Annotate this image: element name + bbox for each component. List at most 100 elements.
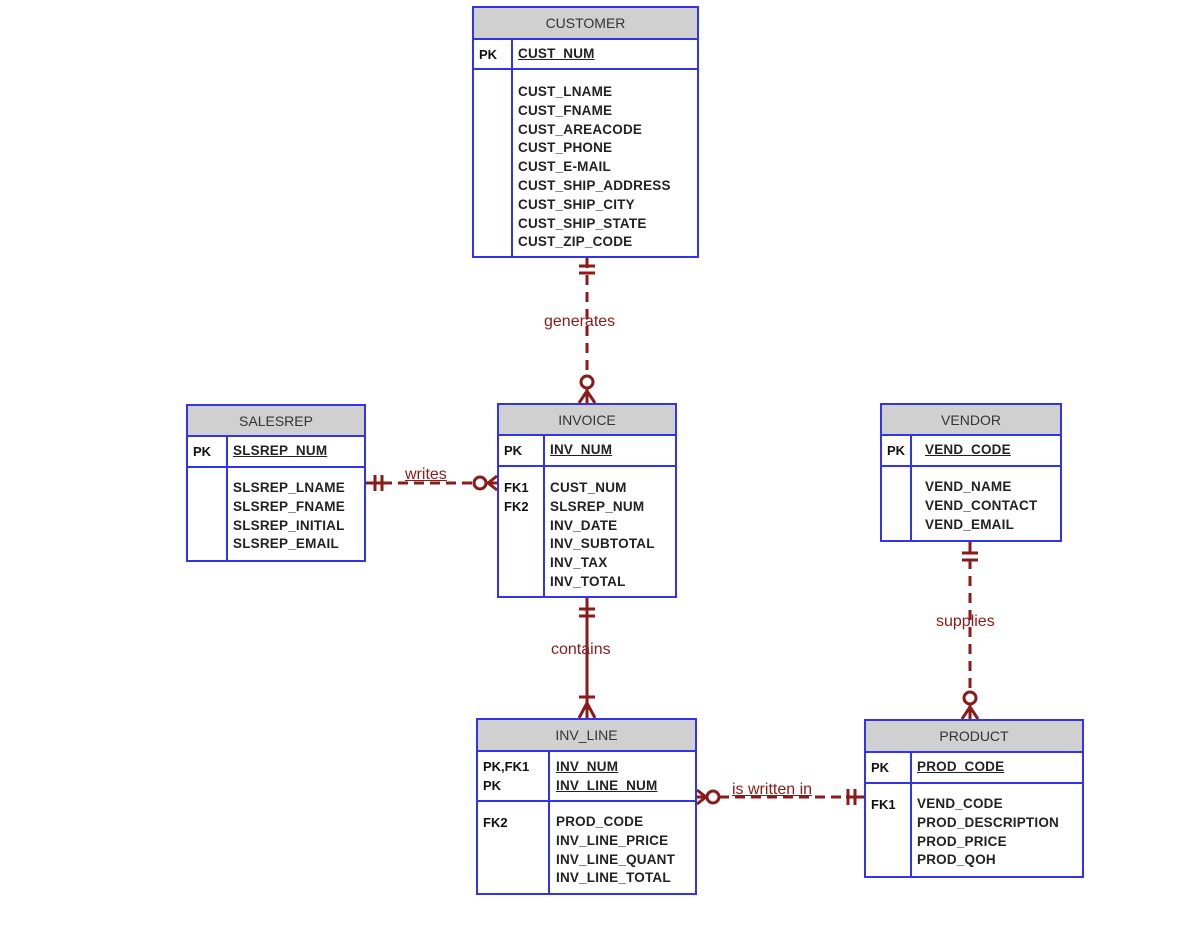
- attribute: CUST_SHIP_ADDRESS: [518, 177, 671, 193]
- attribute: VEND_CODE: [917, 796, 1003, 811]
- attribute: SLSREP_NUM: [550, 498, 645, 514]
- attribute: SLSREP_INITIAL: [233, 517, 345, 533]
- zero-circle: [579, 374, 595, 390]
- attribute: CUST_FNAME: [518, 102, 613, 118]
- attribute: PROD_PRICE: [917, 833, 1007, 849]
- entity-invoice[interactable]: INVOICE PK INV_NUM FK1 FK2 CUST_NUM SLSR…: [497, 403, 677, 598]
- attribute: INV_LINE_TOTAL: [556, 870, 671, 886]
- attribute: CUST_NUM: [518, 46, 595, 61]
- attribute: SLSREP_LNAME: [233, 480, 345, 495]
- pk-key-labels: PK: [193, 442, 211, 461]
- pk-attributes: SLSREP_NUM: [233, 442, 327, 461]
- pk-key-labels: PK: [479, 45, 497, 64]
- column-divider: [543, 436, 545, 465]
- attribute: PROD_QOH: [917, 852, 996, 868]
- pk-key-labels: PK,FK1 PK: [483, 758, 529, 796]
- column-divider: [910, 436, 912, 465]
- attribute: INV_NUM: [550, 442, 613, 457]
- key-label: FK1: [871, 797, 896, 812]
- fk-key-labels: FK1: [871, 795, 896, 814]
- rel-writes-label: writes: [405, 466, 447, 483]
- pk-attributes: INV_NUM: [550, 441, 612, 460]
- attribute: VEND_NAME: [925, 479, 1012, 494]
- fk-key-labels: FK2: [483, 813, 508, 832]
- key-label: PK: [504, 443, 523, 458]
- column-divider: [226, 468, 228, 560]
- zero-circle: [962, 690, 978, 706]
- entity-title: VENDOR: [882, 405, 1060, 436]
- attribute-list: VEND_CODE PROD_DESCRIPTION PROD_PRICE PR…: [917, 795, 1059, 870]
- zero-circle: [472, 475, 488, 491]
- attribute-section: VEND_NAME VEND_CONTACT VEND_EMAIL: [882, 467, 1060, 540]
- pk-attributes: INV_NUM INV_LINE_NUM: [556, 758, 657, 796]
- entity-title: INVOICE: [499, 405, 675, 436]
- attribute: CUST_LNAME: [518, 84, 613, 99]
- attribute-section: CUST_LNAME CUST_FNAME CUST_AREACODE CUST…: [474, 70, 697, 256]
- pk-key-labels: PK: [887, 441, 905, 460]
- pk-section: PK VEND_CODE: [882, 436, 1060, 467]
- pk-section: PK CUST_NUM: [474, 40, 697, 70]
- key-label: FK1: [504, 480, 529, 495]
- column-divider: [548, 802, 550, 893]
- attribute-section: FK2 PROD_CODE INV_LINE_PRICE INV_LINE_QU…: [478, 802, 695, 893]
- key-label: FK2: [483, 815, 508, 830]
- pk-attributes: PROD_CODE: [917, 758, 1004, 777]
- rel-generates-label: generates: [544, 313, 616, 330]
- attribute: VEND_CODE: [925, 442, 1011, 457]
- column-divider: [511, 70, 513, 256]
- attribute: CUST_NUM: [550, 480, 627, 495]
- pk-key-labels: PK: [504, 441, 522, 460]
- key-label: PK: [479, 47, 498, 62]
- column-divider: [548, 752, 550, 800]
- attribute-list: VEND_NAME VEND_CONTACT VEND_EMAIL: [925, 478, 1037, 534]
- attribute-section: SLSREP_LNAME SLSREP_FNAME SLSREP_INITIAL…: [188, 468, 364, 560]
- attribute-list: SLSREP_LNAME SLSREP_FNAME SLSREP_INITIAL…: [233, 479, 345, 554]
- key-label: PK,FK1: [483, 759, 530, 774]
- key-label: PK: [193, 444, 212, 459]
- entity-customer[interactable]: CUSTOMER PK CUST_NUM CUST_LNAME CUST_FNA…: [472, 6, 699, 258]
- attribute: INV_LINE_NUM: [556, 777, 658, 793]
- attribute: SLSREP_EMAIL: [233, 536, 339, 552]
- attribute: VEND_EMAIL: [925, 516, 1015, 532]
- attribute: CUST_E-MAIL: [518, 159, 611, 175]
- attribute: SLSREP_NUM: [233, 443, 328, 458]
- attribute: INV_TAX: [550, 555, 608, 571]
- attribute: PROD_CODE: [917, 759, 1005, 774]
- attribute: CUST_AREACODE: [518, 121, 643, 137]
- attribute: INV_LINE_QUANT: [556, 851, 676, 867]
- column-divider: [543, 467, 545, 596]
- pk-key-labels: PK: [871, 758, 889, 777]
- entity-title: PRODUCT: [866, 721, 1082, 753]
- attribute: VEND_CONTACT: [925, 497, 1038, 513]
- rel-contains-label: contains: [551, 641, 611, 658]
- rel-is-written-in-label: is written in: [732, 781, 813, 798]
- attribute: INV_SUBTOTAL: [550, 536, 655, 552]
- attribute-list: CUST_LNAME CUST_FNAME CUST_AREACODE CUST…: [518, 83, 671, 252]
- attribute: CUST_SHIP_CITY: [518, 196, 635, 212]
- key-label: PK: [483, 777, 502, 793]
- key-label: FK2: [504, 498, 529, 514]
- pk-section: PK INV_NUM: [499, 436, 675, 467]
- pk-section: PK SLSREP_NUM: [188, 437, 364, 468]
- column-divider: [226, 437, 228, 466]
- attribute: INV_LINE_PRICE: [556, 832, 669, 848]
- attribute: INV_NUM: [556, 759, 619, 774]
- entity-title: CUSTOMER: [474, 8, 697, 40]
- entity-vendor[interactable]: VENDOR PK VEND_CODE VEND_NAME VEND_CONTA…: [880, 403, 1062, 542]
- attribute: INV_TOTAL: [550, 573, 626, 589]
- rel-supplies-label: supplies: [936, 613, 995, 630]
- entity-inv-line[interactable]: INV_LINE PK,FK1 PK INV_NUM INV_LINE_NUM …: [476, 718, 697, 895]
- attribute: SLSREP_FNAME: [233, 498, 345, 514]
- pk-section: PK PROD_CODE: [866, 753, 1082, 784]
- attribute: PROD_CODE: [556, 814, 644, 829]
- pk-attributes: CUST_NUM: [518, 45, 595, 64]
- attribute: PROD_DESCRIPTION: [917, 814, 1059, 830]
- entity-product[interactable]: PRODUCT PK PROD_CODE FK1 VEND_CODE PROD_…: [864, 719, 1084, 878]
- entity-salesrep[interactable]: SALESREP PK SLSREP_NUM SLSREP_LNAME SLSR…: [186, 404, 366, 562]
- column-divider: [910, 467, 912, 540]
- key-label: PK: [887, 443, 906, 458]
- fk-key-labels: FK1 FK2: [504, 479, 529, 517]
- entity-title: INV_LINE: [478, 720, 695, 752]
- attribute: CUST_PHONE: [518, 140, 613, 156]
- attribute-section: FK1 FK2 CUST_NUM SLSREP_NUM INV_DATE INV…: [499, 467, 675, 596]
